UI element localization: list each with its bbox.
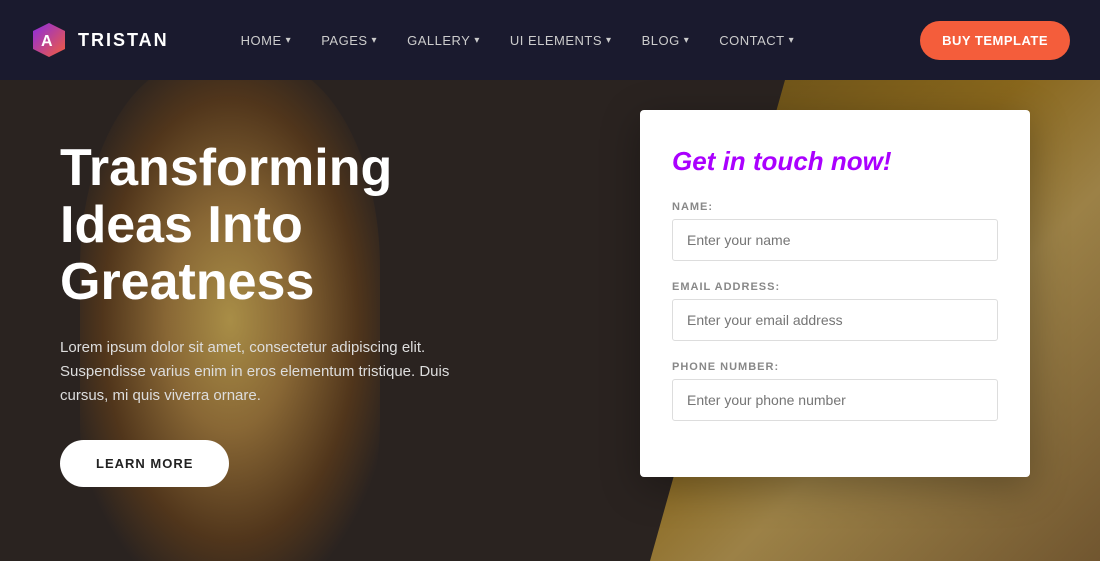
phone-label: PHONE NUMBER: <box>672 361 998 373</box>
phone-field-group: PHONE NUMBER: <box>672 361 998 437</box>
logo-icon: A <box>30 21 68 59</box>
nav-contact[interactable]: CONTACT ▾ <box>707 25 806 56</box>
phone-input[interactable] <box>672 379 998 421</box>
chevron-down-icon: ▾ <box>286 35 292 46</box>
email-field-group: EMAIL ADDRESS: <box>672 281 998 357</box>
brand-name: TRISTAN <box>78 30 169 51</box>
nav-ui-elements[interactable]: UI ELEMENTS ▾ <box>498 25 624 56</box>
chevron-down-icon: ▾ <box>684 35 690 46</box>
svg-text:A: A <box>41 33 53 50</box>
logo[interactable]: A TRISTAN <box>30 21 169 59</box>
name-field-group: NAME: <box>672 201 998 277</box>
nav-pages[interactable]: PAGES ▾ <box>309 25 389 56</box>
nav-gallery[interactable]: GALLERY ▾ <box>395 25 492 56</box>
buy-template-button[interactable]: BUY TEMPLATE <box>920 21 1070 60</box>
nav-links: HOME ▾ PAGES ▾ GALLERY ▾ UI ELEMENTS ▾ B… <box>229 25 920 56</box>
hero-title: Transforming Ideas Into Greatness <box>60 140 480 312</box>
chevron-down-icon: ▾ <box>789 35 795 46</box>
name-input[interactable] <box>672 219 998 261</box>
chevron-down-icon: ▾ <box>474 35 480 46</box>
learn-more-button[interactable]: LEARN MORE <box>60 440 229 487</box>
email-label: EMAIL ADDRESS: <box>672 281 998 293</box>
email-input[interactable] <box>672 299 998 341</box>
nav-blog[interactable]: BLOG ▾ <box>630 25 702 56</box>
nav-home[interactable]: HOME ▾ <box>229 25 304 56</box>
chevron-down-icon: ▾ <box>606 35 612 46</box>
hero-description: Lorem ipsum dolor sit amet, consectetur … <box>60 336 480 408</box>
name-label: NAME: <box>672 201 998 213</box>
contact-form-card: Get in touch now! NAME: EMAIL ADDRESS: P… <box>640 110 1030 477</box>
hero-content: Transforming Ideas Into Greatness Lorem … <box>0 80 520 527</box>
chevron-down-icon: ▾ <box>372 35 378 46</box>
form-title: Get in touch now! <box>672 146 998 177</box>
hero-section: Transforming Ideas Into Greatness Lorem … <box>0 80 1100 561</box>
navbar: A TRISTAN HOME ▾ PAGES ▾ GALLERY ▾ UI EL… <box>0 0 1100 80</box>
